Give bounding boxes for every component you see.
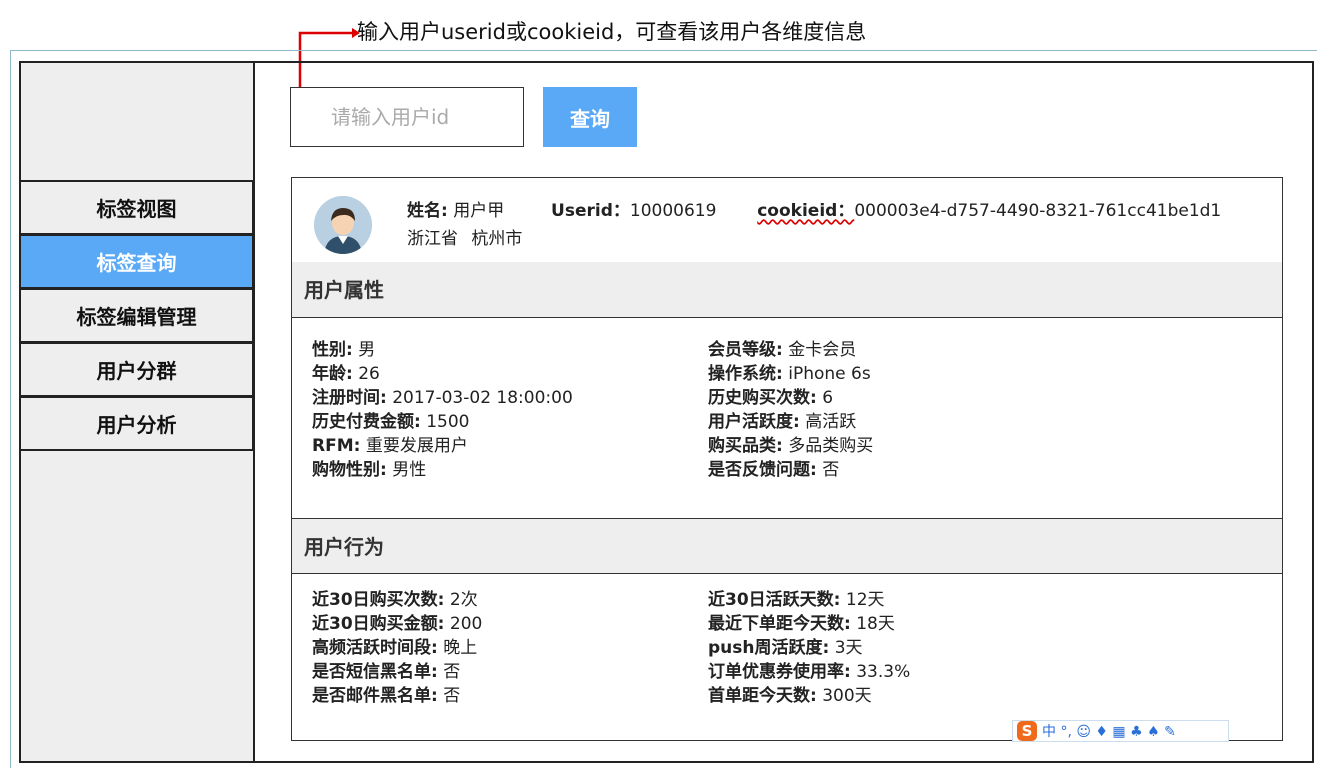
- attr-value: 1500: [426, 412, 470, 432]
- behavior-value: 否: [443, 662, 461, 682]
- attr-label: 性别:: [312, 340, 353, 360]
- behavior-row: 订单优惠券使用率: 33.3%: [708, 660, 910, 684]
- user-detail-panel: 姓名: 用户甲 Userid：10000619 cookieid：000003e…: [291, 177, 1283, 741]
- attr-value: 重要发展用户: [365, 436, 468, 456]
- behavior-value: 200: [449, 614, 483, 634]
- behavior-left-col: 近30日购买次数: 2次 近30日购买金额: 200 高频活跃时间段: 晚上 是…: [312, 588, 482, 708]
- behavior-label: 是否短信黑名单:: [312, 662, 438, 682]
- userid-value: 10000619: [629, 201, 717, 221]
- behavior-label: 高频活跃时间段:: [312, 638, 438, 658]
- behavior-label: 订单优惠券使用率:: [708, 662, 851, 682]
- attr-label: 用户活跃度:: [708, 412, 800, 432]
- attr-label: 注册时间:: [312, 388, 387, 408]
- attr-value: 多品类购买: [788, 436, 874, 456]
- behavior-value: 18天: [856, 614, 895, 634]
- behavior-value: 33.3%: [856, 662, 911, 682]
- sidebar-item-user-analysis[interactable]: 用户分析: [19, 396, 254, 451]
- search-button[interactable]: 查询: [543, 87, 637, 147]
- attr-row: 注册时间: 2017-03-02 18:00:00: [312, 386, 573, 410]
- attr-row: 操作系统: iPhone 6s: [708, 362, 873, 386]
- behavior-row: push周活跃度: 3天: [708, 636, 910, 660]
- attr-label: 年龄:: [312, 364, 353, 384]
- attr-row: RFM: 重要发展用户: [312, 434, 573, 458]
- attr-label: RFM:: [312, 436, 361, 456]
- attr-label: 历史付费金额:: [312, 412, 421, 432]
- attr-row: 历史购买次数: 6: [708, 386, 873, 410]
- attr-value: 金卡会员: [788, 340, 857, 360]
- userid-label: Userid：: [551, 201, 630, 221]
- sidebar-item-tag-view[interactable]: 标签视图: [19, 180, 254, 235]
- profile-line-location: 浙江省 杭州市: [407, 224, 522, 249]
- section-behavior-title: 用户行为: [292, 518, 1282, 574]
- attr-label: 历史购买次数:: [708, 388, 817, 408]
- attributes-left-col: 性别: 男 年龄: 26 注册时间: 2017-03-02 18:00:00 历…: [312, 338, 573, 482]
- outer-border-top: [10, 50, 1317, 51]
- attr-label: 购物性别:: [312, 460, 387, 480]
- attr-label: 会员等级:: [708, 340, 783, 360]
- city: 杭州市: [471, 229, 523, 249]
- behavior-row: 高频活跃时间段: 晚上: [312, 636, 482, 660]
- attr-label: 是否反馈问题:: [708, 460, 817, 480]
- behavior-row: 是否邮件黑名单: 否: [312, 684, 482, 708]
- sidebar-item-tag-edit[interactable]: 标签编辑管理: [19, 288, 254, 343]
- ime-toolbar-icons: 中 °, ☺ ♦ ▦ ♣ ♠ ✎: [1042, 724, 1176, 740]
- attr-row: 用户活跃度: 高活跃: [708, 410, 873, 434]
- attr-row: 历史付费金额: 1500: [312, 410, 573, 434]
- attr-row: 购买品类: 多品类购买: [708, 434, 873, 458]
- sogou-logo-icon: S: [1017, 721, 1037, 741]
- attr-label: 购买品类:: [708, 436, 783, 456]
- avatar: [314, 196, 372, 254]
- name-label: 姓名:: [407, 201, 448, 221]
- behavior-value: 晚上: [443, 638, 478, 658]
- profile-header: 姓名: 用户甲 Userid：10000619 cookieid：000003e…: [292, 178, 1282, 263]
- behavior-value: 300天: [822, 686, 872, 706]
- outer-border-left: [10, 50, 11, 768]
- behavior-label: 最近下单距今天数:: [708, 614, 851, 634]
- behavior-label: 首单距今天数:: [708, 686, 817, 706]
- attr-value: 男: [358, 340, 376, 360]
- attributes-right-col: 会员等级: 金卡会员 操作系统: iPhone 6s 历史购买次数: 6 用户活…: [708, 338, 873, 482]
- attr-value: 6: [822, 388, 834, 408]
- behavior-label: 近30日购买次数:: [312, 590, 445, 610]
- cookieid-value: 000003e4-d757-4490-8321-761cc41be1d1: [854, 201, 1222, 221]
- attr-value: iPhone 6s: [788, 364, 871, 384]
- attr-row: 性别: 男: [312, 338, 573, 362]
- behavior-row: 近30日购买次数: 2次: [312, 588, 482, 612]
- behavior-row: 是否短信黑名单: 否: [312, 660, 482, 684]
- ime-toolbar[interactable]: S 中 °, ☺ ♦ ▦ ♣ ♠ ✎: [1012, 720, 1229, 742]
- behavior-value: 2次: [449, 590, 478, 610]
- behavior-value: 否: [443, 686, 461, 706]
- behavior-row: 首单距今天数: 300天: [708, 684, 910, 708]
- attr-row: 购物性别: 男性: [312, 458, 573, 482]
- attr-row: 会员等级: 金卡会员: [708, 338, 873, 362]
- behavior-label: 是否邮件黑名单:: [312, 686, 438, 706]
- profile-line-ids: 姓名: 用户甲 Userid：10000619 cookieid：000003e…: [407, 196, 1221, 221]
- annotation-text: 输入用户userid或cookieid，可查看该用户各维度信息: [357, 20, 867, 44]
- behavior-value: 3天: [834, 638, 863, 658]
- attr-label: 操作系统:: [708, 364, 783, 384]
- name-value: 用户甲: [453, 201, 505, 221]
- behavior-right-col: 近30日活跃天数: 12天 最近下单距今天数: 18天 push周活跃度: 3天…: [708, 588, 910, 708]
- search-input[interactable]: 请输入用户id: [290, 87, 524, 147]
- behavior-value: 12天: [845, 590, 885, 610]
- cookieid-label: cookieid：: [757, 201, 855, 221]
- attr-row: 年龄: 26: [312, 362, 573, 386]
- attr-value: 高活跃: [805, 412, 857, 432]
- attr-value: 否: [822, 460, 840, 480]
- behavior-label: 近30日购买金额:: [312, 614, 445, 634]
- attr-value: 男性: [392, 460, 427, 480]
- sidebar-item-user-group[interactable]: 用户分群: [19, 342, 254, 397]
- attr-value: 26: [358, 364, 380, 384]
- sidebar-item-tag-query[interactable]: 标签查询: [19, 234, 254, 289]
- behavior-row: 最近下单距今天数: 18天: [708, 612, 910, 636]
- attr-value: 2017-03-02 18:00:00: [392, 388, 573, 408]
- behavior-label: 近30日活跃天数:: [708, 590, 841, 610]
- sidebar-nav: 标签视图 标签查询 标签编辑管理 用户分群 用户分析: [19, 180, 254, 451]
- attr-row: 是否反馈问题: 否: [708, 458, 873, 482]
- province: 浙江省: [407, 229, 458, 249]
- behavior-row: 近30日活跃天数: 12天: [708, 588, 910, 612]
- section-attributes-title: 用户属性: [292, 262, 1282, 318]
- behavior-row: 近30日购买金额: 200: [312, 612, 482, 636]
- behavior-label: push周活跃度:: [708, 638, 830, 658]
